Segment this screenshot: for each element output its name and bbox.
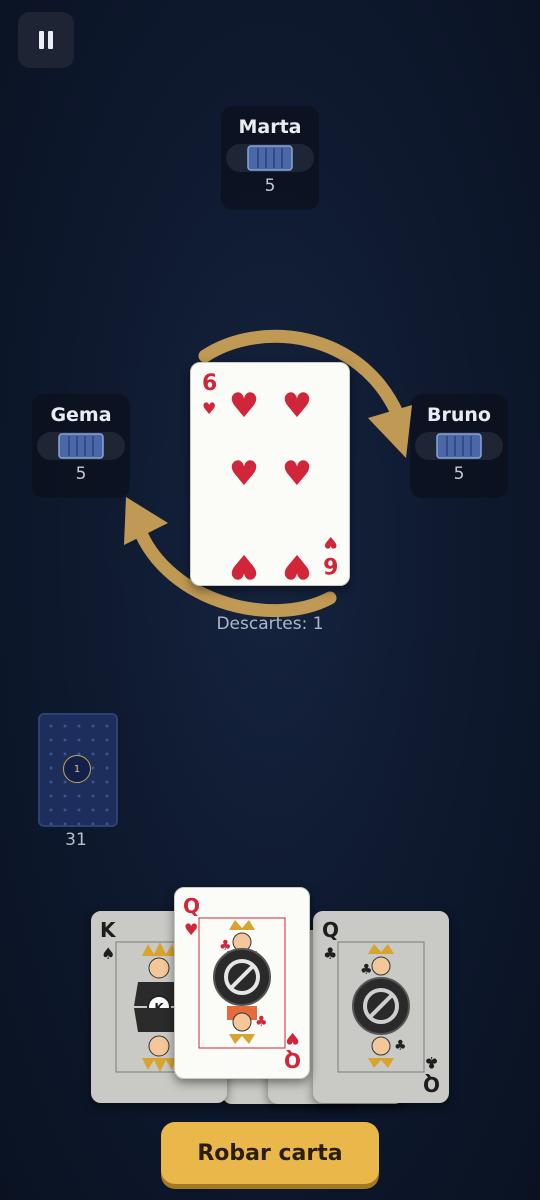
card-corner-bottom: Q ♣: [423, 1053, 440, 1096]
draw-deck[interactable]: 1: [38, 713, 118, 827]
card-suit-icon: ♣: [424, 1053, 439, 1072]
card-corner-bottom: 6 ♥: [323, 533, 338, 577]
discard-pile-top-card: 6 ♥ ♥ ♥ ♥ ♥ ♥ ♥ 6 ♥: [190, 362, 350, 586]
card-rank: Q: [283, 1048, 301, 1072]
deck-badge: 1: [63, 755, 91, 783]
draw-card-button[interactable]: Robar carta: [161, 1122, 379, 1184]
hand-card-selected[interactable]: Q ♥ ♣ ♣ Q ♥: [174, 887, 310, 1079]
svg-text:♣: ♣: [255, 1014, 268, 1030]
discard-count-label: Descartes: 1: [216, 614, 324, 634]
card-corner-bottom: Q ♥: [284, 1029, 301, 1072]
hand-card[interactable]: Q ♣ ♣ ♣ Q ♣: [313, 911, 449, 1103]
svg-text:♥: ♥: [282, 546, 312, 585]
svg-text:♥: ♥: [229, 546, 259, 585]
deck-card-count: 31: [65, 830, 87, 850]
play-direction-arrows-icon: [124, 329, 412, 617]
svg-text:♥: ♥: [229, 454, 259, 494]
card-rank: Q: [422, 1072, 440, 1096]
svg-text:♥: ♥: [282, 386, 312, 426]
card-suit-icon: ♥: [285, 1029, 300, 1048]
card-suit-icon: ♥: [323, 533, 338, 552]
svg-text:♥: ♥: [229, 386, 259, 426]
svg-text:♣: ♣: [360, 962, 373, 978]
svg-text:♣: ♣: [394, 1038, 407, 1054]
card-rank: 6: [322, 552, 338, 577]
svg-text:♥: ♥: [282, 454, 312, 494]
